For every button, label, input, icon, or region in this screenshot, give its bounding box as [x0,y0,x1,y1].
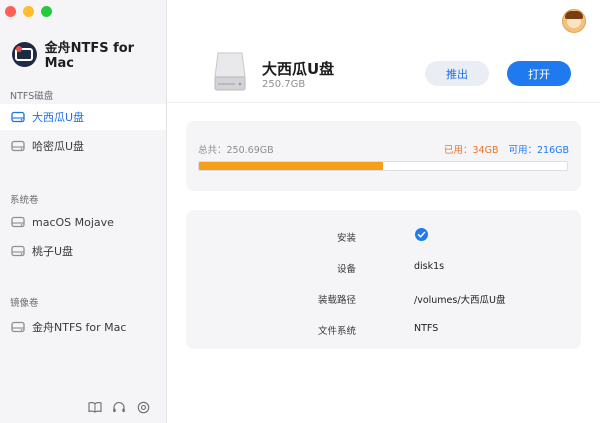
info-label: 安装 [336,233,356,244]
drive-icon [11,215,25,229]
info-value: NTFS [414,323,439,334]
section-system-volumes: 系统卷 [10,195,39,206]
sidebar: 金舟NTFS for Mac NTFS磁盘 大西瓜U盘 哈密瓜U盘 系统卷 ma… [0,0,167,423]
info-value: disk1s [414,261,445,272]
drive-capacity: 250.7GB [262,79,306,90]
avatar-hair [565,11,583,19]
drive-icon [11,320,25,334]
used-space: 已用：34GB [444,145,499,156]
sidebar-item-image-volume[interactable]: 金舟NTFS for Mac [0,314,166,340]
section-ntfs-disks: NTFS磁盘 [10,91,54,102]
drive-name: 大西瓜U盘 [262,60,335,78]
window-controls [5,6,52,17]
close-window-button[interactable] [5,6,16,17]
app-logo-icon [12,41,37,67]
sidebar-item-macos-mojave[interactable]: macOS Mojave [0,209,166,235]
app-window: 金舟NTFS for Mac NTFS磁盘 大西瓜U盘 哈密瓜U盘 系统卷 ma… [0,0,600,423]
info-row-mount-path: 装载路径 /volumes/大西瓜U盘 [186,289,581,309]
sidebar-item-daxigua[interactable]: 大西瓜U盘 [0,104,166,130]
usage-card: 总共：250.69GB 已用：34GB 可用：216GB [186,121,581,191]
drive-icon [11,139,25,153]
zoom-window-button[interactable] [41,6,52,17]
open-button[interactable]: 打开 [507,61,571,86]
info-value: /volumes/大西瓜U盘 [414,295,506,306]
free-space: 可用：216GB [508,145,569,156]
check-icon [415,228,428,241]
drive-icon [11,110,25,124]
sidebar-item-label: 金舟NTFS for Mac [32,321,127,334]
usage-stats: 已用：34GB 可用：216GB [444,142,569,156]
sidebar-item-label: macOS Mojave [32,215,114,229]
app-name: 金舟NTFS for Mac [44,41,135,71]
info-label: 装载路径 [317,295,356,306]
sidebar-footer [88,400,150,414]
app-brand: 金舟NTFS for Mac [12,40,166,71]
book-icon[interactable] [88,400,102,414]
main-panel: 大西瓜U盘 250.7GB 推出 打开 总共：250.69GB 已用：34GB … [167,0,600,423]
external-drive-icon [214,52,246,91]
eject-button[interactable]: 推出 [425,61,489,86]
headset-icon[interactable] [112,400,126,414]
drive-info-card: 安装 设备 disk1s 装载路径 /volumes/大西瓜U盘 文件系统 NT… [186,210,581,349]
settings-icon[interactable] [136,400,150,414]
sidebar-item-label: 桃子U盘 [32,245,74,258]
usage-bar [198,161,568,171]
sidebar-item-label: 哈密瓜U盘 [32,140,85,153]
info-row-filesystem: 文件系统 NTFS [186,320,581,340]
sidebar-item-label: 大西瓜U盘 [32,111,85,124]
info-row-mounted: 安装 [186,227,581,247]
sidebar-item-taozi[interactable]: 桃子U盘 [0,238,166,264]
info-row-device: 设备 disk1s [186,258,581,278]
drive-icon [11,244,25,258]
usage-bar-fill [199,162,383,170]
section-image-volumes: 镜像卷 [10,298,39,309]
info-label: 文件系统 [317,326,356,337]
header-divider [167,102,600,103]
sidebar-item-hamigua[interactable]: 哈密瓜U盘 [0,133,166,159]
minimize-window-button[interactable] [23,6,34,17]
info-label: 设备 [336,264,356,275]
user-avatar[interactable] [562,9,586,33]
total-capacity: 总共：250.69GB [198,145,274,156]
